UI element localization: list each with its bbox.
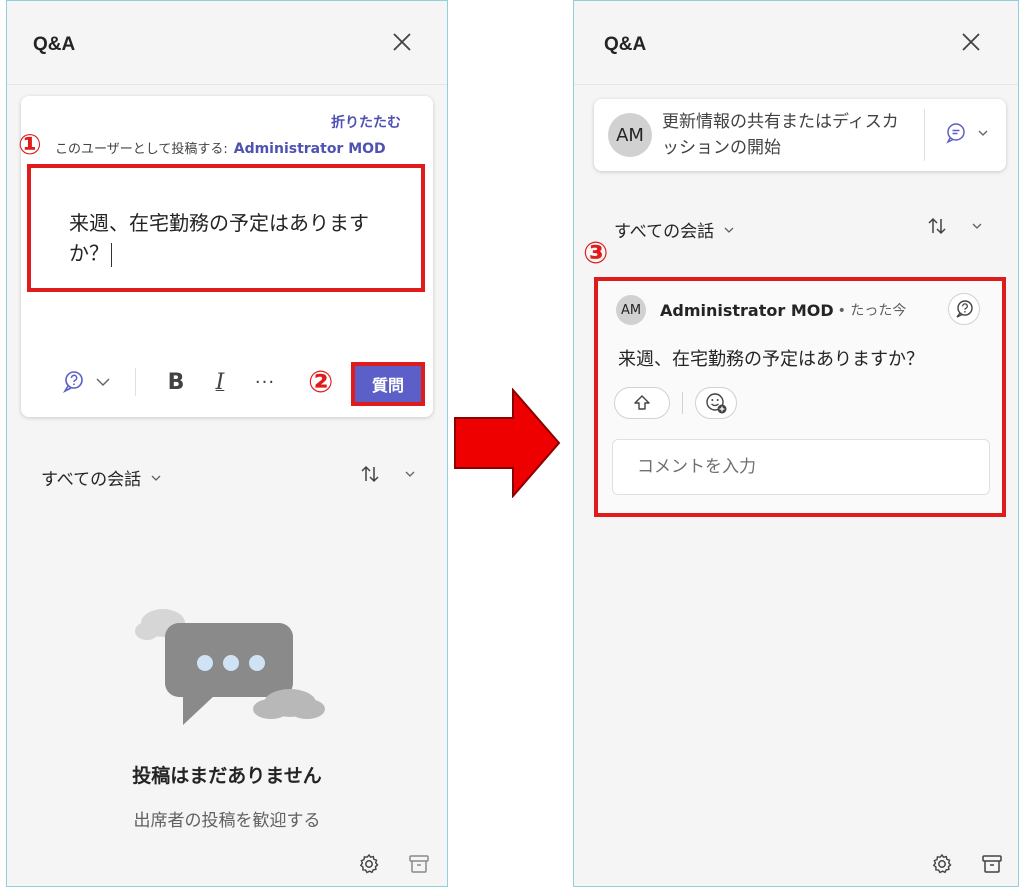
collapse-link[interactable]: 折りたたむ bbox=[331, 112, 401, 132]
chevron-down-icon bbox=[972, 223, 982, 229]
post-type-dropdown[interactable] bbox=[57, 366, 115, 398]
reply-question-icon bbox=[956, 300, 973, 318]
italic-button[interactable]: I bbox=[209, 366, 231, 398]
left-qa-panel: Q&A 折りたたむ このユーザーとして投稿する: Administrator MO… bbox=[6, 0, 448, 887]
archive-icon bbox=[982, 855, 1002, 873]
post-time: • たった今 bbox=[837, 303, 907, 319]
start-discussion-prompt[interactable]: 更新情報の共有またはディスカッションの開始 bbox=[662, 109, 914, 161]
more-options-button[interactable]: ··· bbox=[253, 366, 277, 398]
right-qa-panel: Q&A AM 更新情報の共有またはディスカッションの開始 すべての会話 AM A… bbox=[573, 0, 1019, 887]
conversation-filter-row: すべての会話 bbox=[574, 213, 1018, 243]
empty-state-subtitle: 出席者の投稿を歓迎する bbox=[133, 811, 321, 831]
composer-toolbar: B I ··· 質問 bbox=[21, 362, 433, 406]
question-post: AM Administrator MOD • たった今 来週、在宅勤務の予定はあ… bbox=[594, 277, 1006, 517]
archive-button[interactable] bbox=[980, 852, 1004, 876]
settings-button[interactable] bbox=[930, 852, 954, 876]
post-type-dropdown[interactable] bbox=[944, 121, 990, 145]
archive-button[interactable] bbox=[407, 852, 431, 876]
conversation-filter-dropdown[interactable]: すべての会話 bbox=[41, 465, 163, 490]
step-2-callout: ② bbox=[308, 365, 334, 400]
submit-question-button[interactable]: 質問 bbox=[351, 362, 425, 406]
text-caret bbox=[111, 242, 112, 267]
sort-icon bbox=[928, 217, 946, 235]
step-1-callout: ① bbox=[18, 128, 42, 161]
sort-button[interactable] bbox=[359, 463, 417, 485]
conversation-filter-label: すべての会話 bbox=[41, 470, 142, 490]
chevron-down-icon bbox=[96, 378, 110, 386]
chevron-down-icon bbox=[405, 471, 415, 477]
post-as-label: このユーザーとして投稿する: bbox=[55, 142, 228, 157]
conversation-filter-row: すべての会話 bbox=[7, 461, 447, 491]
avatar: AM bbox=[608, 113, 652, 157]
panel-title: Q&A bbox=[33, 34, 76, 55]
discussion-icon bbox=[946, 123, 965, 144]
add-reaction-button[interactable] bbox=[695, 387, 737, 419]
post-as-line: このユーザーとして投稿する: Administrator MOD bbox=[55, 138, 386, 157]
panel-header: Q&A bbox=[7, 1, 447, 85]
chevron-down-icon bbox=[151, 475, 161, 481]
comment-input[interactable] bbox=[612, 439, 990, 495]
conversation-filter-dropdown[interactable]: すべての会話 bbox=[614, 217, 736, 242]
archive-icon bbox=[409, 855, 429, 873]
sort-button[interactable] bbox=[926, 215, 984, 237]
step-3-callout: ③ bbox=[583, 236, 609, 271]
post-as-user[interactable]: Administrator MOD bbox=[234, 141, 386, 157]
settings-button[interactable] bbox=[357, 852, 381, 876]
panel-header: Q&A bbox=[574, 1, 1018, 85]
close-button[interactable] bbox=[960, 31, 982, 53]
settings-icon bbox=[359, 853, 379, 874]
chevron-down-icon bbox=[724, 227, 734, 233]
panel-title: Q&A bbox=[604, 34, 647, 55]
action-divider bbox=[682, 392, 683, 414]
start-discussion-card[interactable]: AM 更新情報の共有またはディスカッションの開始 bbox=[594, 99, 1006, 171]
post-body: 来週、在宅勤務の予定はありますか？ bbox=[618, 349, 924, 370]
question-text: 来週、在宅勤務の予定はありますか？ bbox=[69, 211, 369, 265]
card-divider bbox=[924, 109, 925, 161]
close-icon bbox=[962, 33, 980, 51]
chevron-down-icon bbox=[978, 130, 988, 136]
close-button[interactable] bbox=[391, 31, 413, 53]
upvote-icon bbox=[634, 395, 650, 410]
question-textarea[interactable]: 来週、在宅勤務の予定はありますか？ bbox=[27, 164, 425, 292]
bold-button[interactable]: B bbox=[165, 366, 187, 398]
sort-icon bbox=[361, 465, 379, 483]
mark-answered-button[interactable] bbox=[948, 293, 980, 325]
toolbar-divider bbox=[135, 368, 136, 396]
avatar[interactable]: AM bbox=[616, 295, 646, 325]
question-type-icon bbox=[62, 371, 83, 393]
empty-chat-illustration bbox=[135, 609, 325, 725]
panel-footer bbox=[930, 852, 1004, 876]
upvote-button[interactable] bbox=[614, 387, 670, 419]
transition-arrow bbox=[454, 388, 561, 498]
close-icon bbox=[393, 33, 411, 51]
add-reaction-icon bbox=[706, 393, 727, 414]
question-composer: 折りたたむ このユーザーとして投稿する: Administrator MOD 来週… bbox=[21, 96, 433, 417]
panel-footer bbox=[357, 852, 431, 876]
post-actions bbox=[614, 387, 737, 419]
post-author[interactable]: Administrator MOD bbox=[660, 301, 834, 320]
post-header: AM Administrator MOD • たった今 bbox=[616, 295, 906, 325]
empty-state-title: 投稿はまだありません bbox=[132, 765, 322, 787]
conversation-filter-label: すべての会話 bbox=[614, 222, 715, 242]
settings-icon bbox=[932, 853, 952, 874]
